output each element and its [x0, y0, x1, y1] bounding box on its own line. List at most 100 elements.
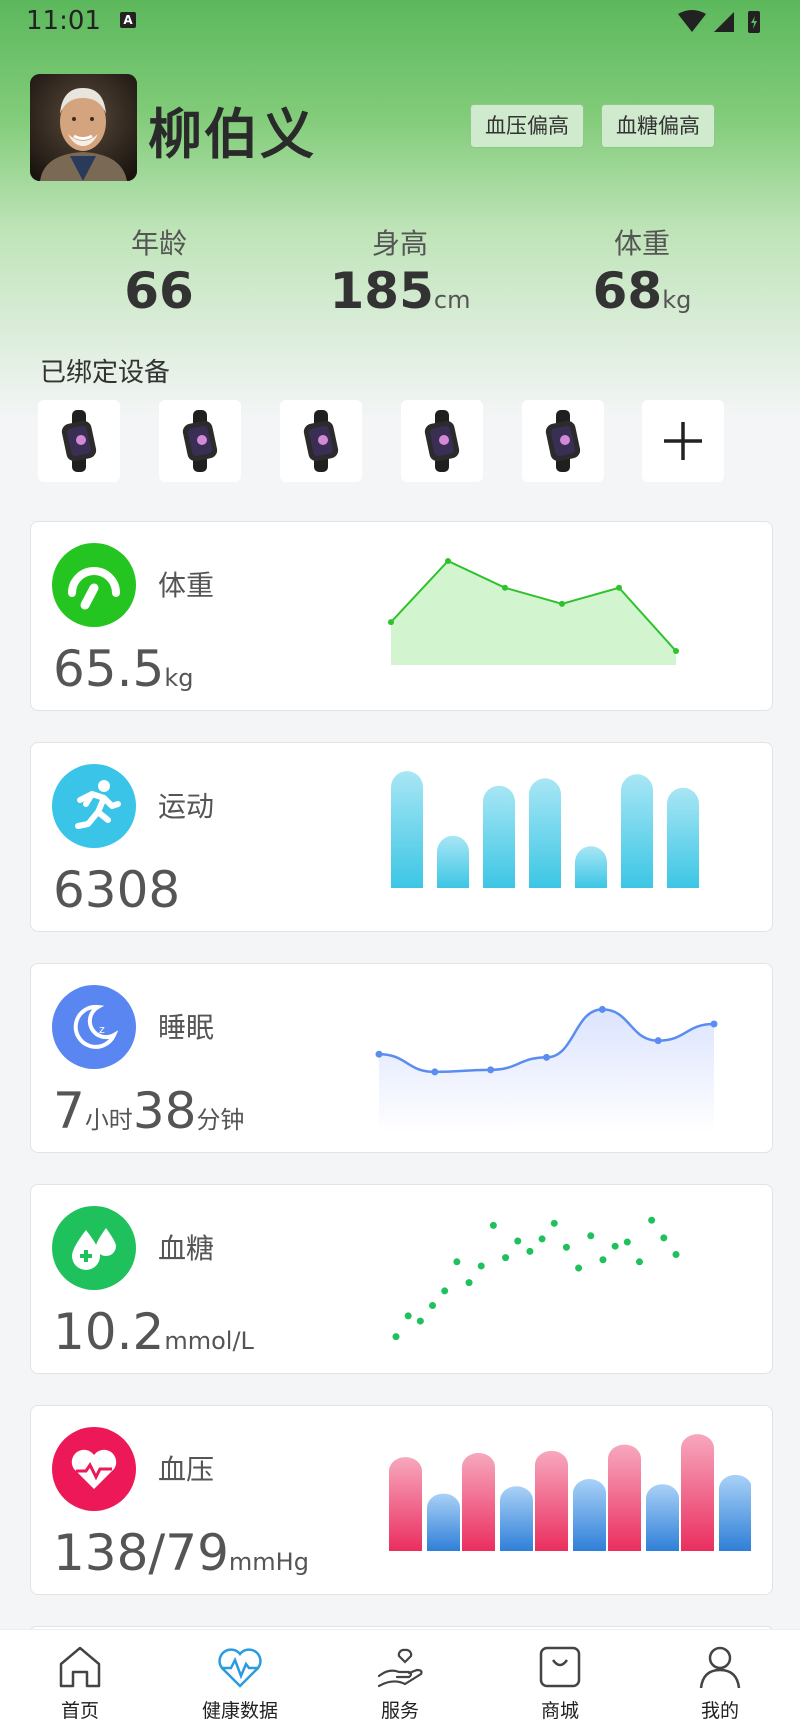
sleep-point	[431, 1068, 439, 1076]
exercise-bar	[621, 774, 653, 888]
weight-point	[673, 648, 679, 655]
device-item[interactable]	[159, 400, 241, 482]
smartwatch-icon	[61, 410, 97, 472]
card-blood-pressure[interactable]: 血压 138/79mmHg	[30, 1405, 773, 1595]
stat-height-label: 身高	[371, 227, 428, 260]
diastolic-bar	[646, 1484, 679, 1551]
svg-text:z: z	[99, 1023, 105, 1036]
systolic-bar	[681, 1434, 714, 1551]
card-sleep-value: 7小时38分钟	[53, 1082, 244, 1140]
exercise-bar	[483, 785, 515, 888]
device-item[interactable]	[38, 400, 120, 482]
sleep-hours: 7	[53, 1082, 85, 1140]
glucose-point	[623, 1238, 631, 1246]
bottom-nav: 首页 健康数据 服务 商城 我的	[0, 1629, 800, 1728]
sleep-chart	[375, 1005, 718, 1134]
card-exercise[interactable]: 运动 6308	[30, 742, 773, 932]
avatar[interactable]	[30, 74, 137, 181]
user-name: 柳伯义	[148, 103, 316, 166]
smartwatch-icon	[424, 410, 460, 472]
sleep-hours-unit: 小时	[84, 1106, 133, 1134]
card-pressure-value: 138/79mmHg	[53, 1524, 309, 1582]
smartwatch-icon	[545, 410, 581, 472]
nav-shop-label: 商城	[540, 1700, 579, 1722]
card-glucose[interactable]: 血糖 10.2mmol/L	[30, 1184, 773, 1374]
sleep-point	[487, 1066, 495, 1074]
device-item[interactable]	[401, 400, 483, 482]
running-icon	[52, 764, 136, 848]
nav-service-label: 服务	[380, 1700, 419, 1722]
status-bar: 11:01 A	[0, 0, 800, 44]
weight-gauge-icon	[52, 543, 136, 627]
glucose-point	[599, 1256, 607, 1264]
glucose-point	[526, 1247, 534, 1255]
glucose-point	[453, 1258, 461, 1266]
stat-age: 年龄 66	[59, 222, 259, 320]
glucose-number: 10.2	[53, 1303, 165, 1361]
card-weight-title: 体重	[158, 569, 215, 602]
glucose-point	[514, 1237, 522, 1245]
heart-pulse-icon	[218, 1648, 262, 1688]
home-icon	[59, 1646, 101, 1688]
sleep-minutes: 38	[132, 1082, 197, 1140]
diastolic-bar	[427, 1493, 460, 1551]
systolic-bar	[535, 1450, 568, 1551]
sleep-point	[598, 1005, 606, 1013]
diastolic-bar	[719, 1474, 751, 1551]
exercise-steps: 6308	[53, 861, 181, 919]
nav-mine[interactable]: 我的	[640, 1630, 800, 1728]
glucose-point	[538, 1235, 546, 1243]
systolic-bar	[462, 1452, 495, 1551]
shopping-bag-icon	[539, 1646, 581, 1688]
diastolic-bar	[500, 1486, 533, 1551]
glucose-point	[575, 1264, 583, 1272]
glucose-point	[635, 1258, 643, 1266]
smartwatch-icon	[182, 410, 218, 472]
card-weight-value: 65.5kg	[53, 640, 193, 698]
weight-point	[445, 557, 451, 564]
nav-health-data[interactable]: 健康数据	[160, 1630, 320, 1728]
nav-home[interactable]: 首页	[0, 1630, 160, 1728]
weight-number: 65.5	[53, 640, 165, 698]
exercise-bar	[437, 835, 469, 888]
glucose-unit: mmol/L	[164, 1327, 254, 1355]
stat-height: 身高 185cm	[300, 222, 500, 320]
smartwatch-icon	[303, 410, 339, 472]
card-sleep[interactable]: z 睡眠 7小时38分钟	[30, 963, 773, 1153]
card-sleep-title: 睡眠	[158, 1011, 215, 1044]
glucose-point	[465, 1279, 473, 1287]
glucose-point	[489, 1221, 497, 1229]
exercise-bar	[391, 771, 423, 888]
sleep-point	[654, 1037, 662, 1045]
glucose-point	[404, 1312, 412, 1320]
nav-service[interactable]: 服务	[320, 1630, 480, 1728]
wifi-icon	[678, 10, 706, 32]
card-weight[interactable]: 体重 65.5kg	[30, 521, 773, 711]
exercise-bar	[529, 778, 561, 888]
systolic-bar	[389, 1457, 422, 1551]
card-glucose-value: 10.2mmol/L	[53, 1303, 254, 1361]
signal-icon	[714, 12, 734, 32]
tag-high-blood-pressure: 血压偏高	[470, 104, 584, 148]
weight-chart	[388, 557, 679, 665]
glucose-point	[611, 1242, 619, 1250]
stat-weight-unit: kg	[662, 286, 692, 314]
hand-heart-icon	[377, 1648, 423, 1688]
card-exercise-title: 运动	[158, 790, 215, 823]
device-item[interactable]	[522, 400, 604, 482]
pressure-unit: mmHg	[228, 1548, 309, 1576]
card-glucose-title: 血糖	[158, 1232, 215, 1265]
exercise-bar	[667, 787, 699, 888]
nav-shop[interactable]: 商城	[480, 1630, 640, 1728]
glucose-point	[392, 1333, 400, 1341]
stat-height-value: 185	[329, 262, 434, 320]
status-time: 11:01	[26, 6, 101, 36]
bound-devices-title: 已绑定设备	[40, 358, 171, 388]
system-status-icons	[678, 10, 760, 33]
pressure-number: 138/79	[53, 1524, 229, 1582]
device-item[interactable]	[280, 400, 362, 482]
nav-mine-label: 我的	[700, 1700, 739, 1722]
add-device-button[interactable]	[642, 400, 724, 482]
weight-point	[559, 600, 565, 607]
glucose-point	[587, 1232, 595, 1240]
